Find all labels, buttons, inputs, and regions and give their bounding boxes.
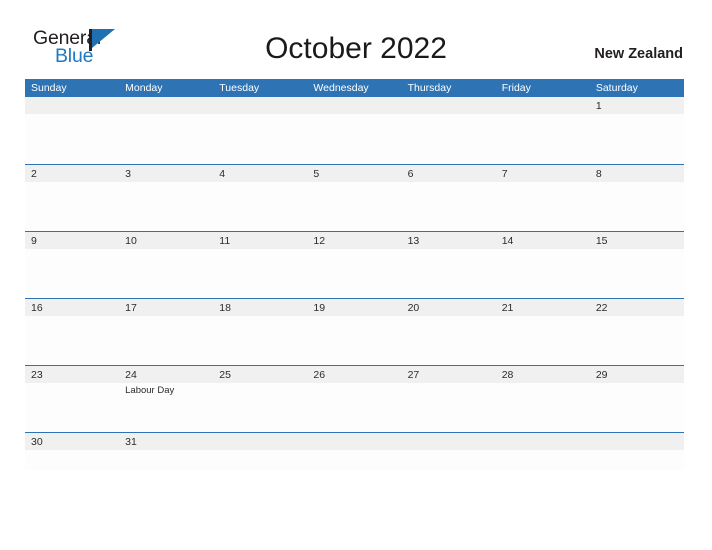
day-number: 19 <box>313 302 326 314</box>
day-number: 7 <box>501 168 508 180</box>
region-label: New Zealand <box>594 46 683 62</box>
day-number: 24 <box>125 369 137 381</box>
day-number: 26 <box>313 369 326 381</box>
day-number: 3 <box>125 168 131 180</box>
week-row: 2 3 4 5 6 7 8 <box>25 164 684 231</box>
day-cell[interactable] <box>495 433 590 470</box>
day-cell[interactable]: 6 <box>401 165 496 231</box>
day-cell[interactable]: 30 <box>25 433 120 470</box>
day-number: 10 <box>125 235 137 247</box>
day-cell[interactable]: 1 <box>589 97 684 164</box>
weekday-thursday: Thursday <box>407 82 452 94</box>
day-number: 22 <box>595 302 608 314</box>
day-cell[interactable]: 26 <box>307 366 402 432</box>
weekday-saturday: Saturday <box>595 82 638 94</box>
day-cell[interactable]: 28 <box>495 366 590 432</box>
weekday-monday: Monday <box>125 82 163 94</box>
day-number: 23 <box>31 369 43 381</box>
day-number: 17 <box>125 302 137 314</box>
day-number: 2 <box>31 168 37 180</box>
day-number: 15 <box>595 235 608 247</box>
week-row: 16 17 18 19 20 21 22 <box>25 298 684 365</box>
day-cell[interactable] <box>589 433 684 470</box>
page-header: General Blue October 2022 New Zealand <box>0 0 712 76</box>
day-cell[interactable] <box>307 433 402 470</box>
week-row: 9 10 11 12 13 14 15 <box>25 231 684 298</box>
day-cell[interactable]: 21 <box>495 299 590 365</box>
day-number: 29 <box>595 369 608 381</box>
day-number: 30 <box>31 436 43 448</box>
day-number: 11 <box>219 235 231 247</box>
day-cell[interactable]: 11 <box>213 232 308 298</box>
day-cell[interactable]: 27 <box>401 366 496 432</box>
week-row: 30 31 <box>25 432 684 470</box>
day-cell[interactable]: 4 <box>213 165 308 231</box>
day-number: 4 <box>219 168 226 180</box>
day-cell[interactable]: 9 <box>25 232 120 298</box>
day-cell[interactable]: 2 <box>25 165 120 231</box>
day-cell[interactable]: 13 <box>401 232 496 298</box>
day-cell[interactable]: 10 <box>119 232 214 298</box>
day-cell[interactable]: 23 <box>25 366 120 432</box>
day-number: 8 <box>595 168 602 180</box>
day-cell[interactable]: 25 <box>213 366 308 432</box>
day-number: 28 <box>501 369 514 381</box>
day-cell[interactable]: 7 <box>495 165 590 231</box>
day-number: 14 <box>501 235 514 247</box>
day-number: 13 <box>407 235 420 247</box>
weekday-wednesday: Wednesday <box>313 82 369 94</box>
day-cell[interactable] <box>213 97 308 164</box>
day-event: Labour Day <box>125 385 175 396</box>
day-cell[interactable]: 15 <box>589 232 684 298</box>
day-cell[interactable]: 18 <box>213 299 308 365</box>
weekday-friday: Friday <box>501 82 531 94</box>
calendar-page: General Blue October 2022 New Zealand Su… <box>0 0 712 550</box>
day-cell[interactable]: 19 <box>307 299 402 365</box>
day-cell[interactable]: 31 <box>119 433 214 470</box>
calendar-grid: Sunday Monday Tuesday Wednesday Thursday… <box>25 79 684 470</box>
day-cell[interactable]: 17 <box>119 299 214 365</box>
day-cell[interactable] <box>119 97 214 164</box>
day-number: 18 <box>219 302 231 314</box>
day-cell[interactable] <box>495 97 590 164</box>
week-row: 1 <box>25 97 684 164</box>
day-cell[interactable]: 8 <box>589 165 684 231</box>
day-cell[interactable]: 14 <box>495 232 590 298</box>
weekday-tuesday: Tuesday <box>219 82 260 94</box>
day-number: 25 <box>219 369 231 381</box>
day-number: 6 <box>407 168 414 180</box>
day-number: 20 <box>407 302 420 314</box>
day-number: 31 <box>125 436 137 448</box>
day-cell[interactable]: 5 <box>307 165 402 231</box>
day-cell[interactable] <box>307 97 402 164</box>
day-number: 12 <box>313 235 326 247</box>
day-number: 16 <box>31 302 43 314</box>
day-number: 21 <box>501 302 514 314</box>
day-cell[interactable]: 20 <box>401 299 496 365</box>
day-cell[interactable]: 3 <box>119 165 214 231</box>
day-cell[interactable] <box>401 433 496 470</box>
day-cell[interactable] <box>25 97 120 164</box>
day-cell[interactable]: 16 <box>25 299 120 365</box>
day-number: 5 <box>313 168 320 180</box>
day-cell[interactable] <box>401 97 496 164</box>
day-number: 1 <box>595 100 602 112</box>
weekday-header-row: Sunday Monday Tuesday Wednesday Thursday… <box>25 79 684 97</box>
day-cell[interactable]: 29 <box>589 366 684 432</box>
day-number: 27 <box>407 369 420 381</box>
day-cell[interactable]: 12 <box>307 232 402 298</box>
day-cell[interactable]: 24 Labour Day <box>119 366 214 432</box>
day-cell[interactable] <box>213 433 308 470</box>
week-row: 23 24 Labour Day 25 26 27 28 29 <box>25 365 684 432</box>
day-number: 9 <box>31 235 37 247</box>
weekday-sunday: Sunday <box>31 82 67 94</box>
day-cell[interactable]: 22 <box>589 299 684 365</box>
